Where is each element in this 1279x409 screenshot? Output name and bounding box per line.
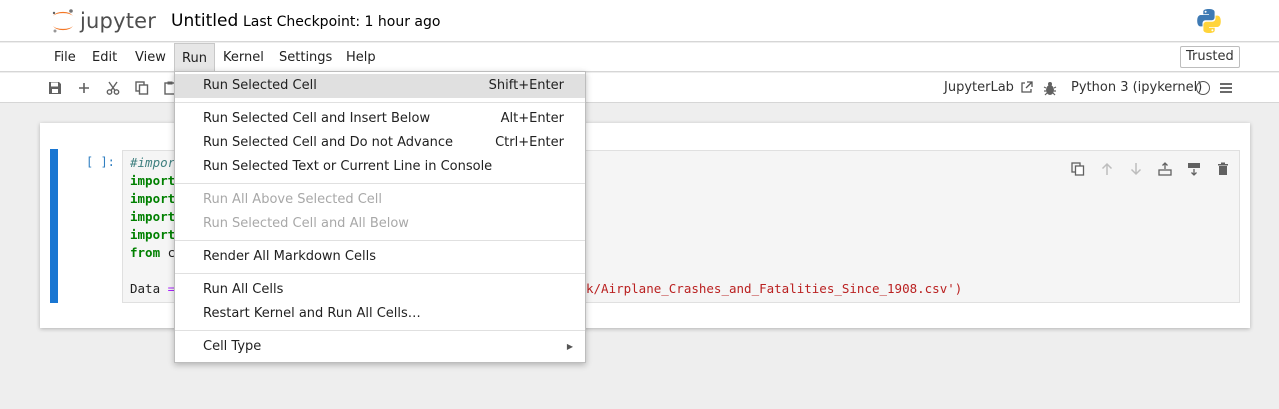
- run-in-console-item[interactable]: Run Selected Text or Current Line in Con…: [175, 155, 585, 179]
- duplicate-cell-icon[interactable]: [1070, 161, 1086, 177]
- external-link-icon: [1021, 81, 1033, 93]
- code-token: #impor: [130, 155, 176, 170]
- menu-item-label: Run All Cells: [203, 282, 284, 297]
- move-up-icon[interactable]: [1099, 161, 1115, 177]
- render-markdown-item[interactable]: Render All Markdown Cells: [175, 245, 585, 269]
- code-line-6: from c: [130, 245, 175, 260]
- run-all-cells-item[interactable]: Run All Cells: [175, 278, 585, 302]
- code-line-4: import: [130, 209, 175, 224]
- kernel-status-icon: [1196, 81, 1210, 95]
- menu-view[interactable]: View: [128, 43, 173, 72]
- jupyter-logo[interactable]: jupyter: [50, 6, 156, 36]
- menu-separator: [175, 102, 585, 103]
- cut-icon[interactable]: [104, 79, 122, 97]
- menu-separator: [175, 183, 585, 184]
- notebook-title[interactable]: Untitled: [171, 11, 238, 31]
- menu-settings[interactable]: Settings: [272, 43, 339, 72]
- code-token: import: [130, 227, 176, 242]
- code-token: Data: [130, 281, 168, 296]
- menu-separator: [175, 273, 585, 274]
- insert-below-icon[interactable]: [1186, 161, 1202, 177]
- run-all-below-item: Run Selected Cell and All Below: [175, 212, 585, 236]
- code-token: from: [130, 245, 161, 260]
- menu-run[interactable]: Run: [174, 43, 215, 72]
- menu-item-label: Render All Markdown Cells: [203, 249, 376, 264]
- code-token: import: [130, 209, 176, 224]
- insert-above-icon[interactable]: [1157, 161, 1173, 177]
- menu-item-label: Run Selected Text or Current Line in Con…: [203, 159, 493, 174]
- code-line-1: #impor: [130, 155, 175, 170]
- logo-text: jupyter: [80, 9, 157, 33]
- move-down-icon[interactable]: [1128, 161, 1144, 177]
- menu-item-label: Run Selected Cell and Do not Advance: [203, 135, 454, 150]
- header: jupyter Untitled Last Checkpoint: 1 hour…: [0, 0, 1279, 42]
- jupyterlab-link[interactable]: JupyterLab: [944, 80, 1033, 95]
- run-all-above-item: Run All Above Selected Cell: [175, 188, 585, 212]
- python-logo-icon: [1196, 8, 1222, 38]
- code-line-2: import: [130, 173, 175, 188]
- run-and-insert-below-item[interactable]: Run Selected Cell and Insert Below Alt+E…: [175, 107, 585, 131]
- menu-item-label: Run Selected Cell and All Below: [203, 216, 409, 231]
- menubar: File Edit View Run Kernel Settings Help …: [0, 43, 1279, 72]
- menu-item-shortcut: Alt+Enter: [500, 111, 564, 126]
- menu-file[interactable]: File: [47, 43, 83, 72]
- menu-separator: [175, 330, 585, 331]
- code-string-tail: k/Airplane_Crashes_and_Fatalities_Since_…: [586, 281, 963, 296]
- restart-and-run-all-item[interactable]: Restart Kernel and Run All Cells…: [175, 302, 585, 326]
- run-menu-dropdown: Run Selected Cell Shift+Enter Run Select…: [174, 71, 586, 363]
- debugger-icon[interactable]: [1041, 79, 1059, 97]
- save-icon[interactable]: [46, 79, 64, 97]
- checkpoint-status: Last Checkpoint: 1 hour ago: [243, 14, 441, 30]
- cell-type-item[interactable]: Cell Type ▶: [175, 335, 585, 359]
- menu-item-label: Restart Kernel and Run All Cells…: [203, 306, 421, 321]
- menu-item-label: Cell Type: [203, 339, 262, 354]
- menu-item-label: Run All Above Selected Cell: [203, 192, 383, 207]
- delete-cell-icon[interactable]: [1215, 161, 1231, 177]
- code-line-5: import: [130, 227, 175, 242]
- menu-item-shortcut: Ctrl+Enter: [495, 135, 564, 150]
- menu-help[interactable]: Help: [339, 43, 383, 72]
- kernel-name[interactable]: Python 3 (ipykernel): [1071, 80, 1202, 95]
- menu-separator: [175, 240, 585, 241]
- code-token: import: [130, 191, 176, 206]
- run-selected-cell-item[interactable]: Run Selected Cell Shift+Enter: [175, 74, 585, 98]
- code-line-3: import: [130, 191, 175, 206]
- menu-item-label: Run Selected Cell: [203, 78, 317, 93]
- menu-item-shortcut: Shift+Enter: [488, 78, 564, 93]
- menu-item-label: Run Selected Cell and Insert Below: [203, 111, 431, 126]
- code-token: import: [130, 173, 176, 188]
- code-token: c: [160, 245, 176, 260]
- menu-kernel[interactable]: Kernel: [216, 43, 271, 72]
- copy-icon[interactable]: [133, 79, 151, 97]
- run-do-not-advance-item[interactable]: Run Selected Cell and Do not Advance Ctr…: [175, 131, 585, 155]
- menu-edit[interactable]: Edit: [85, 43, 124, 72]
- cell-selection-bar[interactable]: [50, 149, 58, 303]
- jupyterlab-label: JupyterLab: [944, 80, 1014, 95]
- trusted-indicator[interactable]: Trusted: [1180, 46, 1240, 68]
- add-cell-icon[interactable]: [75, 79, 93, 97]
- cell-prompt: [ ]:: [86, 155, 115, 169]
- menu-icon[interactable]: [1219, 81, 1233, 99]
- code-line-8: Data =: [130, 281, 175, 296]
- submenu-arrow-icon: ▶: [566, 342, 573, 351]
- jupyter-logo-icon: [52, 9, 73, 33]
